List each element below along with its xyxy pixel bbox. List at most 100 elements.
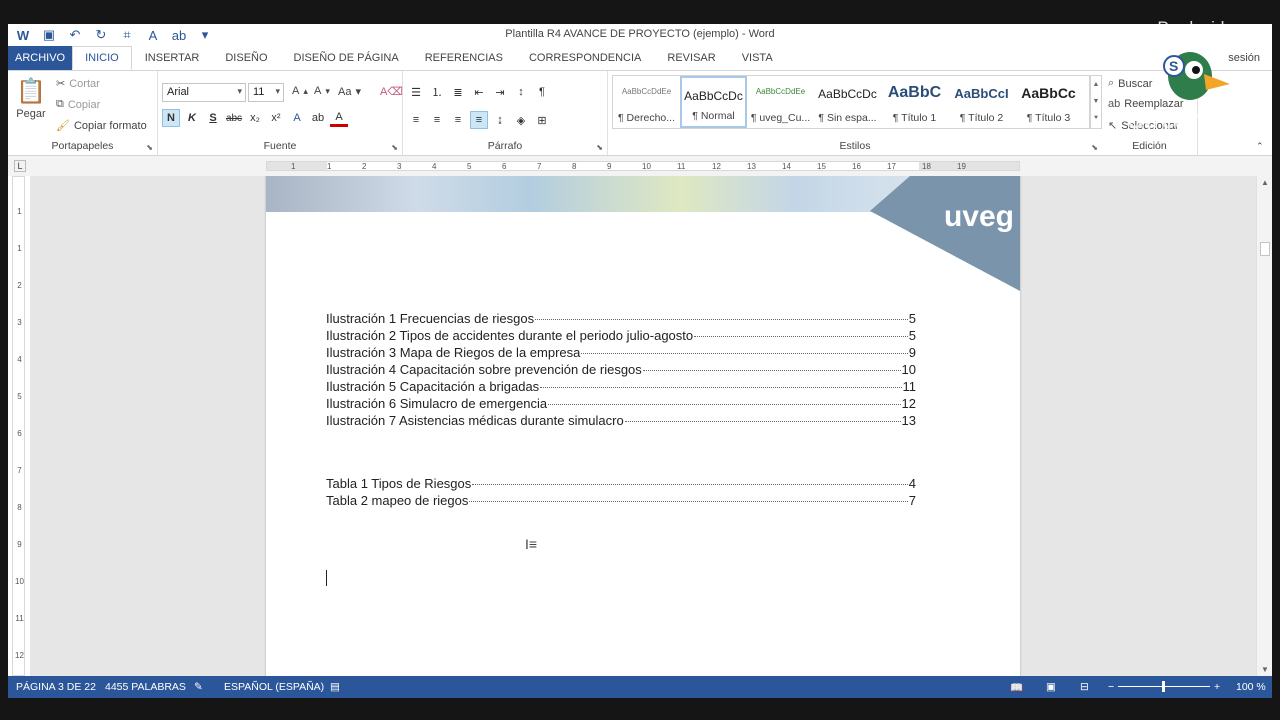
italic-button[interactable]: K (183, 109, 201, 127)
document-canvas[interactable]: uveg Ilustración 1 Frecuencias de riesgo… (30, 176, 1256, 676)
ruler-left-margin (267, 162, 327, 170)
document-page[interactable]: uveg Ilustración 1 Frecuencias de riesgo… (266, 176, 1020, 676)
font-size-combo[interactable]: 11 (248, 83, 284, 102)
title-bar: W ▣ ↶ ↻ ⌗ A ab ▾ Plantilla R4 AVANCE DE … (8, 24, 1272, 46)
toc-entry[interactable]: Ilustración 1 Frecuencias de riesgos 5 (326, 310, 916, 327)
style-sin-espaciado[interactable]: AaBbCcDc ¶ Sin espa... (814, 76, 881, 128)
ruler-number: 19 (957, 162, 966, 171)
table-toc-entry[interactable]: Tabla 2 mapeo de riegos 7 (326, 492, 916, 509)
clear-format-icon[interactable]: A⌫ (380, 85, 403, 98)
vertical-ruler[interactable]: 1 1 2 3 4 5 6 7 8 9 10 11 12 (12, 176, 25, 676)
tab-revisar[interactable]: REVISAR (654, 46, 728, 70)
scroll-up-icon[interactable]: ▲ (1093, 81, 1100, 88)
toc-entry-page: 7 (908, 493, 916, 508)
grow-font-icon[interactable]: A ▴ (292, 85, 308, 97)
scroll-thumb[interactable] (1260, 242, 1270, 256)
web-layout-icon[interactable]: ⊟ (1080, 681, 1089, 693)
scroll-down-arrow-icon[interactable]: ▼ (1257, 665, 1272, 674)
zoom-out-icon[interactable]: − (1108, 681, 1114, 693)
strike-button[interactable]: abc (225, 109, 243, 127)
copy-button[interactable]: ⧉ Copiar (56, 98, 100, 111)
toc-entry[interactable]: Ilustración 3 Mapa de Riegos de la empre… (326, 344, 916, 361)
styles-gallery-scroll[interactable]: ▲ ▼ ⯆ (1090, 75, 1102, 129)
cut-button[interactable]: ✂ Cortar (56, 77, 100, 91)
uveg-logo: uveg (943, 200, 1014, 233)
clipboard-launcher-icon[interactable]: ⬊ (146, 143, 153, 152)
zoom-level[interactable]: 100 % (1236, 681, 1266, 693)
line-spacing-icon[interactable]: ↨ (491, 111, 509, 129)
read-mode-icon[interactable]: 📖 (1010, 681, 1023, 694)
find-button[interactable]: ⌕ Buscar (1108, 77, 1152, 90)
align-center-icon[interactable]: ≡ (428, 111, 446, 129)
subscript-button[interactable]: x₂ (246, 109, 264, 127)
zoom-in-icon[interactable]: + (1214, 681, 1220, 693)
status-page[interactable]: PÁGINA 3 DE 22 (16, 681, 96, 693)
tab-insertar[interactable]: INSERTAR (132, 46, 213, 70)
sign-in-link[interactable]: sesión (1228, 52, 1260, 64)
style-normal[interactable]: AaBbCcDc ¶ Normal (680, 76, 747, 128)
collapse-ribbon-icon[interactable]: ⌃ (1256, 141, 1264, 152)
justify-icon[interactable]: ≡ (470, 111, 488, 129)
toc-entry-text: Ilustración 4 Capacitación sobre prevenc… (326, 362, 642, 377)
tab-vista[interactable]: VISTA (729, 46, 786, 70)
format-painter-button[interactable]: 🖌 Copiar formato (56, 119, 147, 133)
more-styles-icon[interactable]: ⯆ (1093, 115, 1099, 123)
numbering-icon[interactable]: ⒈ (428, 83, 446, 101)
ruler-bar[interactable]: 1 1 2 3 4 5 6 7 8 9 10 11 12 13 14 15 16 17 18 19 (266, 161, 1020, 171)
print-layout-icon[interactable]: ▣ (1046, 681, 1056, 693)
style-titulo-3[interactable]: AaBbCc ¶ Título 3 (1015, 76, 1082, 128)
toc-entry[interactable]: Ilustración 7 Asistencias médicas durant… (326, 412, 916, 429)
status-words[interactable]: 4455 PALABRAS (105, 681, 186, 693)
style-derecho[interactable]: AaBbCcDdEe ¶ Derecho... (613, 76, 680, 128)
superscript-button[interactable]: x² (267, 109, 285, 127)
paragraph-launcher-icon[interactable]: ⬊ (596, 143, 603, 152)
tab-referencias[interactable]: REFERENCIAS (412, 46, 516, 70)
vruler-number: 7 (17, 466, 22, 475)
table-toc-entry[interactable]: Tabla 1 Tipos de Riesgos 4 (326, 475, 916, 492)
tab-diseno[interactable]: DISEÑO (212, 46, 280, 70)
style-titulo-2[interactable]: AaBbCcI ¶ Título 2 (948, 76, 1015, 128)
font-name-combo[interactable]: Arial (162, 83, 246, 102)
ruler-number: 12 (712, 162, 721, 171)
increase-indent-icon[interactable]: ⇥ (491, 83, 509, 101)
highlight-icon[interactable]: ab (309, 109, 327, 127)
align-right-icon[interactable]: ≡ (449, 111, 467, 129)
tab-diseno-pagina[interactable]: DISEÑO DE PÁGINA (281, 46, 412, 70)
scroll-up-arrow-icon[interactable]: ▲ (1257, 178, 1272, 187)
tab-correspondencia[interactable]: CORRESPONDENCIA (516, 46, 654, 70)
zoom-slider-thumb[interactable] (1162, 681, 1165, 692)
pilcrow-icon[interactable]: ¶ (533, 83, 551, 101)
status-language[interactable]: ESPAÑOL (ESPAÑA) (224, 681, 324, 693)
style-titulo-1[interactable]: AaBbC ¶ Título 1 (881, 76, 948, 128)
text-effects-icon[interactable]: A (288, 109, 306, 127)
styles-group-label: Estilos (839, 140, 871, 152)
bold-button[interactable]: N (162, 109, 180, 127)
macro-record-icon[interactable]: ▤ (330, 681, 340, 693)
font-launcher-icon[interactable]: ⬊ (391, 143, 398, 152)
bullets-icon[interactable]: ☰ (407, 83, 425, 101)
align-left-icon[interactable]: ≡ (407, 111, 425, 129)
tab-archivo[interactable]: ARCHIVO (8, 46, 73, 70)
proofing-icon[interactable]: ✎ (194, 681, 203, 693)
shading-icon[interactable]: ◈ (512, 111, 530, 129)
shrink-font-icon[interactable]: A ▾ (314, 85, 330, 97)
paste-button[interactable]: 📋 Pegar (16, 77, 46, 120)
styles-launcher-icon[interactable]: ⬊ (1091, 143, 1098, 152)
borders-icon[interactable]: ⊞ (533, 111, 551, 129)
decrease-indent-icon[interactable]: ⇤ (470, 83, 488, 101)
multilevel-list-icon[interactable]: ≣ (449, 83, 467, 101)
styles-gallery: AaBbCcDdEe ¶ Derecho... AaBbCcDc ¶ Normal … (612, 75, 1090, 129)
change-case-button[interactable]: Aa ▾ (338, 85, 361, 99)
vertical-scrollbar[interactable]: ▲ ▼ (1256, 176, 1272, 676)
sort-icon[interactable]: ↕ (512, 83, 530, 101)
scroll-down-icon[interactable]: ▼ (1093, 98, 1100, 105)
toc-entry[interactable]: Ilustración 4 Capacitación sobre prevenc… (326, 361, 916, 378)
toc-entry[interactable]: Ilustración 6 Simulacro de emergencia 12 (326, 395, 916, 412)
toc-entry[interactable]: Ilustración 2 Tipos de accidentes durant… (326, 327, 916, 344)
font-color-icon[interactable]: A (330, 109, 348, 127)
toc-entry[interactable]: Ilustración 5 Capacitación a brigadas 11 (326, 378, 916, 395)
tab-selector-icon[interactable]: L (14, 160, 26, 172)
underline-button[interactable]: S (204, 109, 222, 127)
tab-inicio[interactable]: INICIO (72, 46, 132, 70)
style-uveg[interactable]: AaBbCcDdEe ¶ uveg_Cu... (747, 76, 814, 128)
